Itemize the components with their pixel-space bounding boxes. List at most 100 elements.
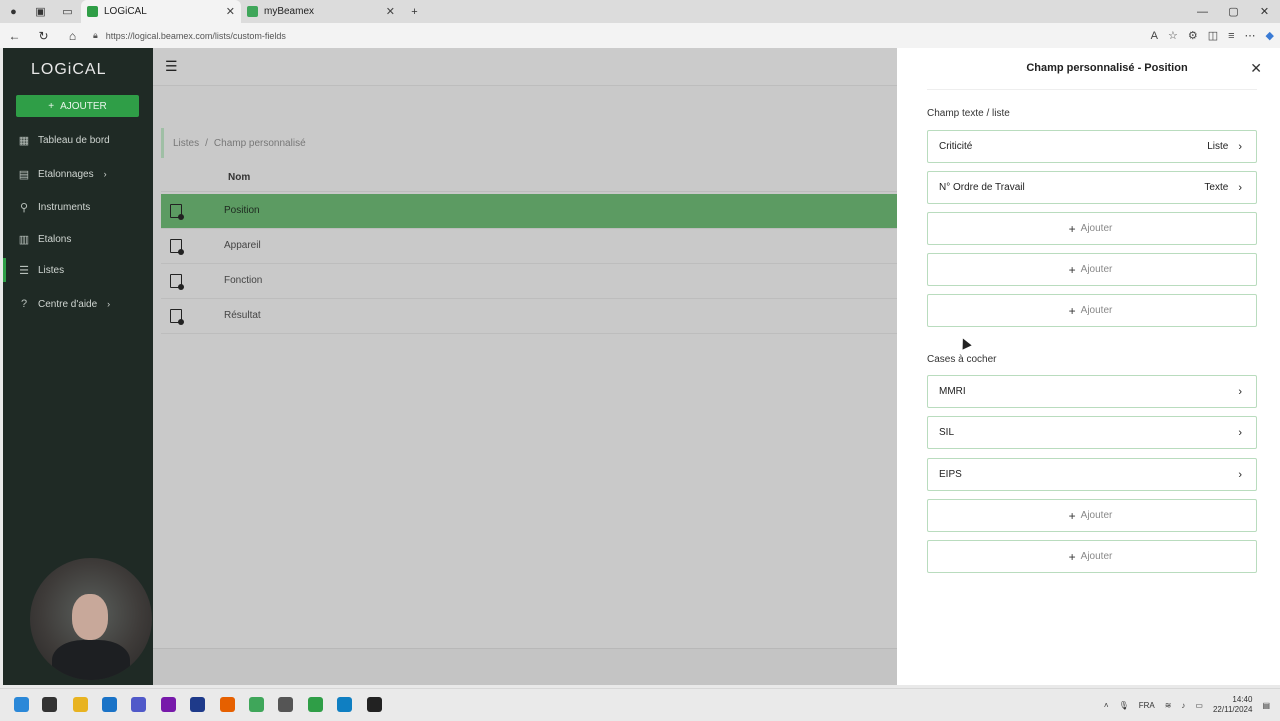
sidebar-item-lists[interactable]: ☰ Listes <box>3 258 153 282</box>
volume-icon[interactable]: ♪ <box>1181 701 1185 710</box>
field-eips[interactable]: EIPS › <box>927 458 1257 491</box>
browser-tab-logical[interactable]: LOGiCAL ✕ <box>81 0 241 23</box>
outlook-icon[interactable] <box>102 697 117 712</box>
browser-tab-mybeamex[interactable]: myBeamex ✕ <box>241 0 401 23</box>
sidebar-item-references[interactable]: ▥ Etalons <box>3 227 153 251</box>
home-icon[interactable]: ⌂ <box>58 23 87 48</box>
table-row[interactable]: Position <box>161 194 897 229</box>
copilot-icon[interactable]: ◆ <box>1266 29 1274 42</box>
add-checkbox-field-button[interactable]: + Ajouter <box>927 540 1257 573</box>
close-tab-icon[interactable]: ✕ <box>386 5 395 18</box>
sidebar: LOGiCAL + AJOUTER ▦ Tableau de bord ▤ Et… <box>3 48 153 685</box>
tab-label: LOGiCAL <box>104 6 147 17</box>
new-tab-icon[interactable]: + <box>401 0 428 23</box>
edge-icon[interactable] <box>337 697 352 712</box>
add-text-field-button[interactable]: + Ajouter <box>927 294 1257 327</box>
add-text-field-button[interactable]: + Ajouter <box>927 212 1257 245</box>
workspaces-icon[interactable]: ▣ <box>27 0 54 23</box>
close-window-icon[interactable]: ✕ <box>1249 0 1280 23</box>
hamburger-menu-icon[interactable]: ☰ <box>165 58 178 75</box>
sidebar-item-instruments[interactable]: ⚲ Instruments <box>3 195 153 219</box>
table-row[interactable]: Appareil <box>161 229 897 264</box>
sidebar-item-label: Etalonnages <box>38 168 94 180</box>
microphone-icon[interactable]: 🎙︎ <box>1119 701 1129 710</box>
chevron-up-icon[interactable]: ˄ <box>1104 701 1109 710</box>
split-screen-icon[interactable]: ◫ <box>1208 29 1218 42</box>
app-icon[interactable] <box>278 697 293 712</box>
browser-tab-strip: ● ▣ ▭ LOGiCAL ✕ myBeamex ✕ + — ▢ ✕ <box>0 0 1280 23</box>
extensions-icon[interactable]: ⚙ <box>1188 29 1198 42</box>
notification-icon[interactable]: ▤ <box>1262 701 1270 710</box>
sidebar-item-label: Instruments <box>38 201 91 213</box>
recording-app-icon[interactable] <box>367 697 382 712</box>
add-button[interactable]: + AJOUTER <box>16 95 139 117</box>
profile-icon[interactable]: ● <box>0 0 27 23</box>
field-sil[interactable]: SIL › <box>927 416 1257 449</box>
list-icon: ☰ <box>19 264 29 277</box>
plus-icon: + <box>48 100 55 112</box>
add-text-field-button[interactable]: + Ajouter <box>927 253 1257 286</box>
sidebar-item-label: Etalons <box>38 233 72 245</box>
field-name: SIL <box>939 427 955 438</box>
row-label: Position <box>224 205 260 216</box>
sidebar-item-dashboard[interactable]: ▦ Tableau de bord <box>3 128 153 152</box>
sidebar-item-help[interactable]: ? Centre d'aide › <box>3 292 153 316</box>
task-view-icon[interactable] <box>42 697 57 712</box>
field-name: N° Ordre de Travail <box>939 182 1025 193</box>
breadcrumb-separator: / <box>205 137 208 149</box>
tab-actions-icon[interactable]: ▭ <box>54 0 81 23</box>
breadcrumb: Listes / Champ personnalisé <box>161 128 897 158</box>
file-explorer-icon[interactable] <box>73 697 88 712</box>
back-icon[interactable]: ← <box>0 23 29 48</box>
checkbox-section-title: Cases à cocher <box>927 354 997 365</box>
reload-icon[interactable]: ↻ <box>29 23 58 48</box>
onenote-icon[interactable] <box>161 697 176 712</box>
windows-start-icon[interactable] <box>14 697 29 712</box>
column-header-name[interactable]: Nom <box>228 172 250 183</box>
row-label: Résultat <box>224 310 261 321</box>
minimize-icon[interactable]: — <box>1187 0 1218 23</box>
dashboard-icon: ▦ <box>18 134 30 147</box>
battery-icon[interactable]: ▭ <box>1195 701 1203 710</box>
language-indicator[interactable]: FRA <box>1139 701 1155 710</box>
app-icon[interactable] <box>190 697 205 712</box>
row-label: Appareil <box>224 240 261 251</box>
panel-title: Champ personnalisé - Position <box>1026 62 1188 74</box>
field-name: EIPS <box>939 469 962 480</box>
table-row[interactable]: Fonction <box>161 264 897 299</box>
close-icon[interactable]: ✕ <box>1250 60 1262 77</box>
teams-icon[interactable] <box>131 697 146 712</box>
mybeamex-favicon-icon <box>247 6 258 17</box>
reference-icon: ▥ <box>18 233 30 246</box>
add-checkbox-field-button[interactable]: + Ajouter <box>927 499 1257 532</box>
clock[interactable]: 14:40 22/11/2024 <box>1213 695 1252 715</box>
text-list-section-title: Champ texte / liste <box>927 108 1010 119</box>
custom-field-icon <box>170 309 184 325</box>
app-icon[interactable] <box>308 697 323 712</box>
help-icon: ? <box>20 298 28 310</box>
sidebar-item-calibrations[interactable]: ▤ Etalonnages › <box>3 162 153 186</box>
plus-icon: + <box>1068 549 1076 564</box>
more-menu-icon[interactable]: ⋯ <box>1245 29 1256 42</box>
chevron-right-icon: › <box>1238 181 1242 194</box>
custom-field-icon <box>170 204 184 220</box>
maximize-icon[interactable]: ▢ <box>1218 0 1249 23</box>
plus-icon: + <box>1068 262 1076 277</box>
favorites-list-icon[interactable]: ≡ <box>1228 30 1234 42</box>
table-row[interactable]: Résultat <box>161 299 897 334</box>
read-aloud-icon[interactable]: A <box>1151 30 1158 42</box>
field-work-order[interactable]: N° Ordre de Travail Texte › <box>927 171 1257 204</box>
field-criticite[interactable]: Criticité Liste › <box>927 130 1257 163</box>
close-tab-icon[interactable]: ✕ <box>226 5 235 18</box>
system-tray: ˄ 🎙︎ FRA ≋ ♪ ▭ 14:40 22/11/2024 ▤ <box>1104 689 1270 721</box>
breadcrumb-lists[interactable]: Listes <box>173 138 199 149</box>
field-name: MMRI <box>939 386 966 397</box>
field-mmri[interactable]: MMRI › <box>927 375 1257 408</box>
wifi-icon[interactable]: ≋ <box>1165 701 1172 710</box>
url-field[interactable]: 🔒︎ https://logical.beamex.com/lists/cust… <box>93 30 286 41</box>
firefox-icon[interactable] <box>220 697 235 712</box>
chevron-right-icon: › <box>1238 140 1242 153</box>
beamex-app-icon[interactable] <box>249 697 264 712</box>
plus-icon: + <box>1068 303 1076 318</box>
favorite-star-icon[interactable]: ☆ <box>1168 29 1178 42</box>
